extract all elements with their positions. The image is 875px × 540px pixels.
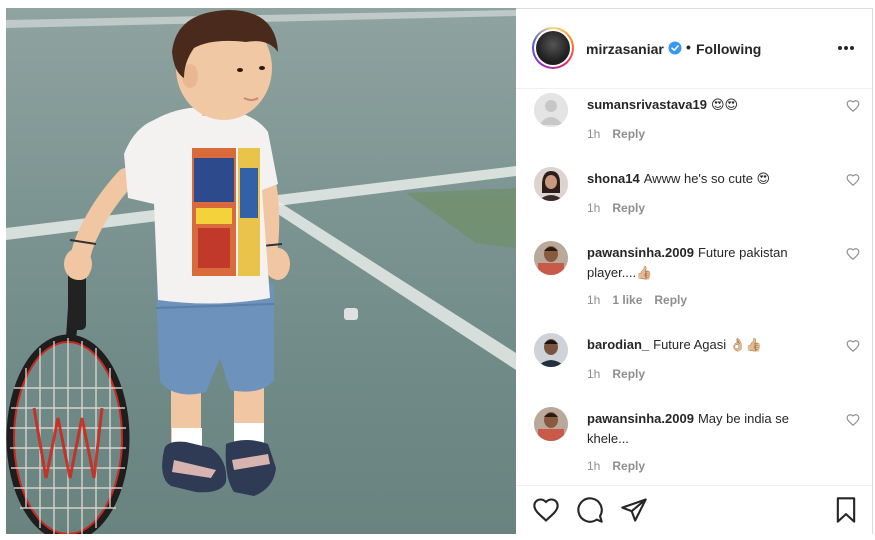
send-icon[interactable] (620, 496, 648, 524)
comment-meta: 1h 1 like Reply (587, 293, 699, 307)
comment-body: 😍😍 (710, 97, 739, 112)
reply-button[interactable]: Reply (612, 367, 645, 381)
comment-avatar[interactable] (534, 167, 568, 201)
comment-meta: 1h Reply (587, 367, 657, 381)
author-avatar-image (536, 31, 570, 65)
comment-text: pawansinha.2009 Future pakistan player...… (587, 243, 827, 283)
user-photo-icon (534, 241, 568, 275)
comment-time: 1h (587, 201, 601, 215)
comment-body: Awww he's so cute 😍 (643, 171, 771, 186)
comment-avatar[interactable] (534, 407, 568, 441)
comment-username[interactable]: sumansrivastava19 (587, 97, 707, 112)
comment-text: pawansinha.2009 May be india se khele... (587, 409, 827, 449)
more-horizontal-icon[interactable] (836, 43, 856, 53)
post-photo[interactable] (6, 8, 516, 534)
comment-text: barodian_ Future Agasi 👌🏼👍🏼 (587, 335, 827, 355)
comment-meta: 1h Reply (587, 459, 657, 473)
photo-icon (6, 10, 516, 534)
comment-time: 1h (587, 293, 601, 307)
comment-avatar[interactable] (534, 241, 568, 275)
comment-time: 1h (587, 367, 601, 381)
like-comment-heart-icon[interactable] (846, 173, 860, 187)
like-comment-heart-icon[interactable] (846, 247, 860, 261)
heart-icon[interactable] (532, 496, 560, 524)
comment-username[interactable]: pawansinha.2009 (587, 245, 694, 260)
verified-badge-icon (668, 41, 682, 55)
user-photo-icon (534, 333, 568, 367)
comment-meta: 1h Reply (587, 201, 657, 215)
comment-avatar[interactable] (534, 93, 568, 127)
following-button[interactable]: Following (696, 41, 761, 57)
author-avatar[interactable] (532, 27, 574, 69)
comment-username[interactable]: shona14 (587, 171, 640, 186)
reply-button[interactable]: Reply (612, 201, 645, 215)
comment-text: sumansrivastava19 😍😍 (587, 95, 827, 115)
comment-likes-count[interactable]: 1 like (612, 293, 642, 307)
comment-username[interactable]: barodian_ (587, 337, 649, 352)
reply-button[interactable]: Reply (654, 293, 687, 307)
like-comment-heart-icon[interactable] (846, 339, 860, 353)
author-avatar-border (534, 29, 572, 67)
post-details-panel: mirzasaniar • Following sumansrivastava1… (516, 8, 873, 534)
comment-body: Future Agasi 👌🏼👍🏼 (653, 337, 763, 352)
comment-meta: 1h Reply (587, 127, 657, 141)
comment-icon[interactable] (576, 496, 604, 524)
comment-text: shona14 Awww he's so cute 😍 (587, 169, 827, 189)
user-photo-icon (534, 167, 568, 201)
comment-avatar[interactable] (534, 333, 568, 367)
reply-button[interactable]: Reply (612, 127, 645, 141)
bookmark-icon[interactable] (832, 496, 860, 524)
like-comment-heart-icon[interactable] (846, 413, 860, 427)
reply-button[interactable]: Reply (612, 459, 645, 473)
author-username[interactable]: mirzasaniar (586, 41, 664, 57)
comment-username[interactable]: pawansinha.2009 (587, 411, 694, 426)
post-header: mirzasaniar • Following (516, 9, 872, 89)
like-comment-heart-icon[interactable] (846, 99, 860, 113)
user-photo-icon (534, 407, 568, 441)
comment-time: 1h (587, 127, 601, 141)
default-avatar-icon (534, 93, 568, 127)
header-separator: • (686, 39, 691, 55)
comment-time: 1h (587, 459, 601, 473)
post-action-bar (516, 485, 872, 535)
